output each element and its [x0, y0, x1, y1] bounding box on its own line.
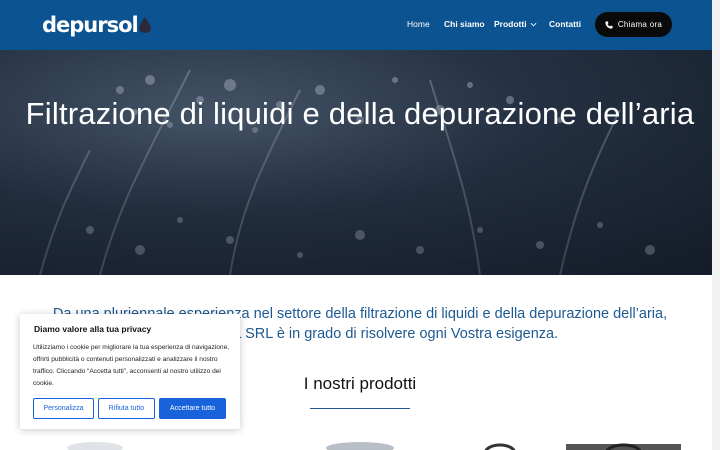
site-header: depursol Home Chi siamo Prodotti Contatt…: [0, 0, 712, 50]
logo[interactable]: depursol: [42, 12, 151, 38]
cookie-description: Utilizziamo i cookie per migliorare la t…: [33, 344, 230, 387]
nav-prodotti-label: Prodotti: [494, 19, 527, 29]
section-divider: [310, 408, 410, 409]
cookie-title: Diamo valore alla tua privacy: [34, 324, 152, 334]
accept-all-button[interactable]: Accettare tutto: [159, 398, 226, 419]
product-image[interactable]: [320, 440, 400, 450]
hero-overlay: [0, 50, 712, 275]
product-image[interactable]: [480, 440, 520, 450]
reject-all-button[interactable]: Rifiuta tutto: [98, 398, 155, 419]
nav-prodotti[interactable]: Prodotti: [494, 17, 537, 31]
chevron-down-icon: [530, 22, 537, 26]
customize-button[interactable]: Personalizza: [33, 398, 94, 419]
hero-banner: [0, 50, 712, 275]
product-image[interactable]: [566, 440, 681, 450]
product-image[interactable]: [60, 440, 130, 450]
cookie-consent-banner: Diamo valore alla tua privacy Utilizziam…: [20, 314, 240, 429]
page: depursol Home Chi siamo Prodotti Contatt…: [0, 0, 720, 450]
nav-home[interactable]: Home: [407, 17, 430, 31]
call-now-label: Chiama ora: [617, 20, 663, 29]
phone-icon: [605, 20, 613, 29]
nav-contatti[interactable]: Contatti: [549, 17, 581, 31]
call-now-button[interactable]: Chiama ora: [595, 12, 672, 37]
logo-text: depursol: [42, 13, 139, 37]
nav-chi-siamo[interactable]: Chi siamo: [444, 17, 485, 31]
hero-title: Filtrazione di liquidi e della depurazio…: [25, 96, 695, 131]
water-drop-icon: [138, 17, 151, 33]
